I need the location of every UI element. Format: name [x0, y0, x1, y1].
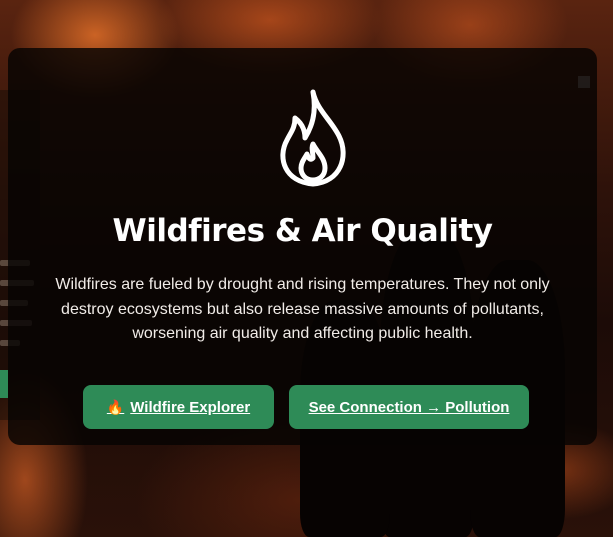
page-title: Wildfires & Air Quality	[112, 213, 493, 249]
hero-description: Wildfires are fueled by drought and risi…	[55, 276, 550, 342]
wildfire-explorer-button[interactable]: 🔥 Wildfire Explorer	[83, 385, 274, 429]
flame-icon	[280, 89, 346, 187]
wildfire-explorer-label: Wildfire Explorer	[130, 398, 251, 416]
fire-icon: 🔥	[106, 398, 125, 415]
hero-card: Wildfires & Air Quality Wildfires are fu…	[8, 48, 597, 445]
see-connection-label: See Connection → Pollution	[308, 398, 510, 416]
see-connection-button[interactable]: See Connection → Pollution	[289, 385, 529, 429]
side-card-button[interactable]	[0, 370, 8, 398]
